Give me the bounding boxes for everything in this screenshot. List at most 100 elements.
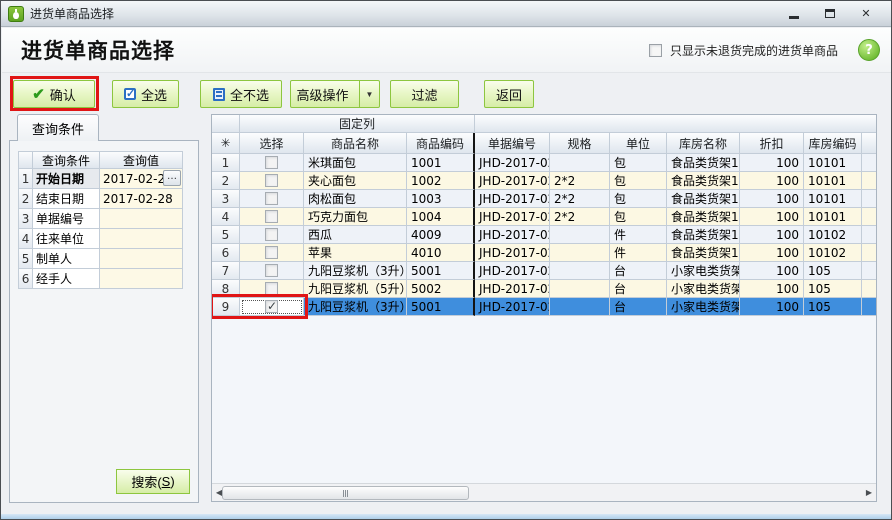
product-code-cell: 1003 [407, 190, 475, 208]
filter-checkbox[interactable] [648, 43, 662, 57]
query-row[interactable]: 3 单据编号 [18, 209, 183, 229]
title-bar: 进货单商品选择 ✕ [1, 1, 891, 27]
table-row[interactable]: 3 肉松面包 1003 JHD-2017-02 2*2 包食品类货架1 100 10101 [212, 190, 876, 208]
query-corner-cell [18, 151, 33, 169]
filler-cell [862, 172, 876, 190]
table-row[interactable]: 1 米琪面包 1001 JHD-2017-02 包食品类货架1 100 10101 [212, 154, 876, 172]
select-all-button[interactable]: 全选 [112, 80, 179, 108]
advanced-operations-button[interactable]: 高级操作 ▼ [290, 80, 380, 108]
product-name-cell: 肉松面包 [304, 190, 407, 208]
discount-cell: 100 [740, 226, 804, 244]
table-row[interactable]: 7 九阳豆浆机（3升） 5001 JHD-2017-02 台小家电类货架 100 105 [212, 262, 876, 280]
warehouse-name-cell: 食品类货架1 [667, 244, 740, 262]
query-row[interactable]: 5 制单人 [18, 249, 183, 269]
horizontal-scrollbar[interactable]: ◀ ▶ [212, 483, 876, 501]
unchecked-checkbox-icon[interactable] [265, 246, 278, 259]
grid-col-header-6[interactable]: 单位 [610, 133, 667, 154]
row-select-cell[interactable] [240, 244, 304, 262]
grid-col-header-1[interactable]: 选择 [240, 133, 304, 154]
unchecked-checkbox-icon[interactable] [265, 192, 278, 205]
table-row[interactable]: 8 九阳豆浆机（5升） 5002 JHD-2017-02 台小家电类货架 100 105 [212, 280, 876, 298]
back-button[interactable]: 返回 [484, 80, 534, 108]
row-select-cell[interactable] [240, 172, 304, 190]
product-code-cell: 4009 [407, 226, 475, 244]
row-select-cell[interactable] [240, 280, 304, 298]
row-select-cell[interactable] [240, 262, 304, 280]
table-row[interactable]: 9 九阳豆浆机（3升）5001JHD-2017-02 台小家电类货架100105 [212, 298, 876, 316]
filler-cell [862, 262, 876, 280]
checkbox-icon [123, 87, 136, 100]
query-condition-cell[interactable]: 往来单位 [33, 229, 100, 249]
maximize-button[interactable] [819, 6, 841, 22]
query-value-cell[interactable] [100, 209, 183, 229]
unchecked-checkbox-icon[interactable] [265, 174, 278, 187]
spec-cell: 2*2 [550, 208, 610, 226]
query-row[interactable]: 4 往来单位 [18, 229, 183, 249]
query-row[interactable]: 1 开始日期 2017-02-21… [18, 169, 183, 189]
close-icon: ✕ [861, 7, 871, 20]
warehouse-code-cell: 10102 [804, 244, 862, 262]
row-select-cell[interactable] [240, 226, 304, 244]
product-grid-panel: 固定列 ✳ 选择 商品名称 商品编码 单据编号 规格 单位 库房名称 折扣 库房编码 1 米琪面包 1… [211, 114, 877, 502]
query-row[interactable]: 2 结束日期 2017-02-28 [18, 189, 183, 209]
help-button[interactable]: ? [858, 39, 880, 61]
query-value-cell[interactable] [100, 269, 183, 289]
product-name-cell: 九阳豆浆机（3升） [304, 262, 407, 280]
warehouse-code-cell: 10101 [804, 154, 862, 172]
grid-col-header-4[interactable]: 单据编号 [475, 133, 550, 154]
warehouse-name-cell: 小家电类货架 [667, 280, 740, 298]
query-value-cell[interactable] [100, 229, 183, 249]
deselect-all-button[interactable]: 全不选 [200, 80, 282, 108]
close-button[interactable]: ✕ [855, 6, 877, 22]
unchecked-checkbox-icon[interactable] [265, 228, 278, 241]
grid-col-header-9[interactable]: 库房编码 [804, 133, 862, 154]
page-title: 进货单商品选择 [21, 39, 175, 63]
maximize-icon [825, 9, 835, 18]
query-condition-cell[interactable]: 结束日期 [33, 189, 100, 209]
table-row[interactable]: 4 巧克力面包 1004 JHD-2017-02 2*2 包食品类货架1 100 10101 [212, 208, 876, 226]
query-condition-cell[interactable]: 制单人 [33, 249, 100, 269]
spec-cell: 2*2 [550, 172, 610, 190]
row-select-cell[interactable] [240, 154, 304, 172]
grid-col-header-7[interactable]: 库房名称 [667, 133, 740, 154]
unchecked-checkbox-icon[interactable] [265, 156, 278, 169]
row-number-cell: 6 [212, 244, 240, 262]
filter-checkbox-label[interactable]: 只显示未退货完成的进货单商品 [670, 42, 838, 59]
table-row[interactable]: 2 夹心面包 1002 JHD-2017-02 2*2 包食品类货架1 100 10101 [212, 172, 876, 190]
grid-col-header-3[interactable]: 商品编码 [407, 133, 475, 154]
confirm-button[interactable]: ✔ 确认 [13, 80, 95, 108]
search-button[interactable]: 搜索(S) [116, 469, 190, 494]
query-condition-cell[interactable]: 经手人 [33, 269, 100, 289]
table-row[interactable]: 5 西瓜 4009 JHD-2017-02 件食品类货架1 100 10102 [212, 226, 876, 244]
query-condition-cell[interactable]: 单据编号 [33, 209, 100, 229]
doc-number-cell: JHD-2017-02 [475, 298, 550, 316]
spec-cell [550, 280, 610, 298]
unchecked-checkbox-icon[interactable] [265, 264, 278, 277]
minimize-button[interactable] [783, 6, 805, 22]
grid-col-header-2[interactable]: 商品名称 [304, 133, 407, 154]
grid-col-header-5[interactable]: 规格 [550, 133, 610, 154]
checked-checkbox-icon[interactable] [265, 299, 278, 313]
deselect-all-label: 全不选 [229, 87, 269, 103]
grid-col-header-8[interactable]: 折扣 [740, 133, 804, 154]
grid-col-header-0[interactable]: ✳ [212, 133, 240, 154]
scroll-right-arrow-icon[interactable]: ▶ [862, 485, 876, 501]
query-row[interactable]: 6 经手人 [18, 269, 183, 289]
query-value-cell[interactable] [100, 249, 183, 269]
minimize-icon [789, 15, 799, 19]
ellipsis-button[interactable]: … [163, 170, 181, 186]
query-row-number: 4 [18, 229, 33, 249]
table-row[interactable]: 6 苹果 4010 JHD-2017-02 件食品类货架1 100 10102 [212, 244, 876, 262]
unchecked-checkbox-icon[interactable] [265, 210, 278, 223]
row-select-cell[interactable] [240, 298, 304, 316]
scrollbar-thumb[interactable] [222, 486, 469, 500]
tab-query-conditions[interactable]: 查询条件 [17, 114, 99, 141]
row-select-cell[interactable] [240, 208, 304, 226]
query-value-cell[interactable]: 2017-02-28 [100, 189, 183, 209]
row-select-cell[interactable] [240, 190, 304, 208]
filter-button[interactable]: 过滤 [390, 80, 459, 108]
query-value-cell[interactable]: 2017-02-21… [100, 169, 183, 189]
chevron-down-icon[interactable]: ▼ [359, 81, 379, 107]
unchecked-checkbox-icon[interactable] [265, 282, 278, 295]
query-condition-cell[interactable]: 开始日期 [33, 169, 100, 189]
